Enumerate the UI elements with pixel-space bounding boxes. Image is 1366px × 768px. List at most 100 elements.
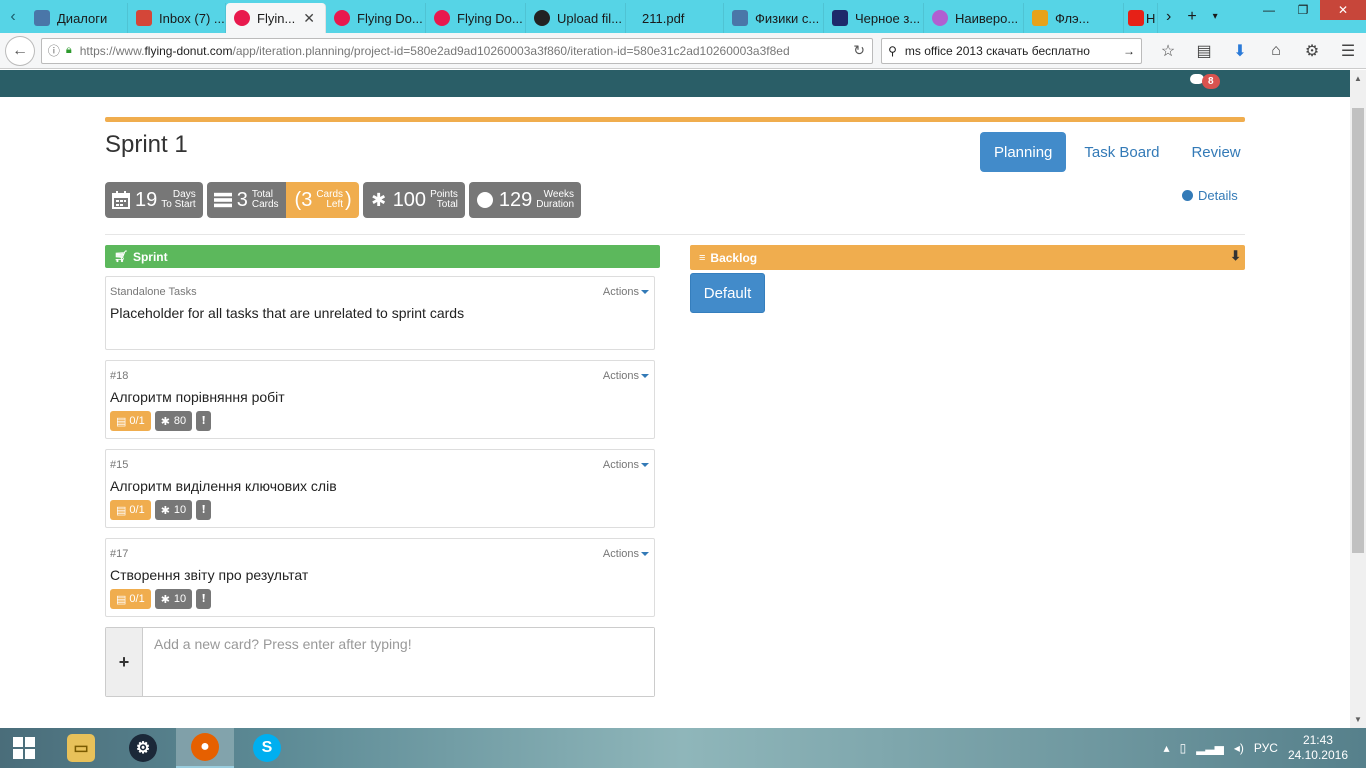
skype-icon[interactable]: S	[238, 728, 296, 768]
backlog-panel-title: Backlog	[710, 250, 758, 265]
browser-tab[interactable]: H	[1124, 3, 1158, 33]
firefox-icon[interactable]: ●	[176, 728, 234, 768]
browser-tab[interactable]: Флэ...	[1024, 3, 1124, 33]
browser-tab[interactable]: Физики с...	[724, 3, 824, 33]
github-icon	[534, 10, 550, 26]
view-tabs: Planning Task Board Review	[980, 132, 1259, 172]
browser-tab[interactable]: Flying Do...	[426, 3, 526, 33]
alert-badge[interactable]: ❗︎	[196, 500, 212, 520]
browser-tab[interactable]: Наиверо...	[924, 3, 1024, 33]
browser-tab[interactable]: Inbox (7) ...	[128, 3, 226, 33]
card-18[interactable]: #18 Actions Алгоритм порівняння робіт ▤ 0…	[105, 360, 655, 439]
card-standalone-tasks[interactable]: Standalone Tasks Actions Placeholder for…	[105, 276, 655, 350]
url-text[interactable]: https://www.flying-donut.com/app/iterati…	[80, 44, 846, 58]
scroll-down-arrow-icon[interactable]: ▼	[1350, 711, 1366, 728]
home-icon[interactable]: ⌂	[1258, 36, 1294, 66]
window-controls: — ❐ ✕	[1252, 0, 1366, 22]
browser-tab[interactable]: Flying Do...	[326, 3, 426, 33]
new-card-input[interactable]	[143, 628, 654, 696]
points-badge[interactable]: ✱ 10	[154, 500, 193, 520]
download-icon[interactable]: ⬇	[1222, 36, 1258, 66]
extension-icon[interactable]: ⚙	[1294, 36, 1330, 66]
card-17[interactable]: #17 Actions Створення звіту про результа…	[105, 538, 655, 617]
network-icon[interactable]: ▂▃▅	[1196, 741, 1224, 755]
tab-review[interactable]: Review	[1177, 132, 1254, 172]
default-backlog-button[interactable]: Default	[690, 273, 765, 313]
flying-donut-icon	[234, 10, 250, 26]
points-badge[interactable]: ✱ 10	[154, 589, 193, 609]
minimize-icon[interactable]: —	[1252, 0, 1286, 20]
site-icon	[932, 10, 948, 26]
vk-icon	[732, 10, 748, 26]
volume-icon[interactable]: ◂)	[1234, 741, 1244, 755]
card-actions-dropdown[interactable]: Actions	[603, 370, 649, 382]
tasks-badge[interactable]: ▤ 0/1	[110, 589, 151, 609]
tab-scroll-right-icon[interactable]: ›	[1158, 0, 1179, 33]
alert-badge[interactable]: ❗︎	[196, 589, 212, 609]
card-15[interactable]: #15 Actions Алгоритм виділення ключових …	[105, 449, 655, 528]
tab-planning[interactable]: Planning	[980, 132, 1067, 172]
cards-icon	[213, 191, 232, 209]
tab-list-icon[interactable]: ▾	[1205, 0, 1226, 33]
browser-tab[interactable]: Upload fil...	[526, 3, 626, 33]
window-close-icon[interactable]: ✕	[1320, 0, 1366, 20]
bookmark-star-icon[interactable]: ☆	[1150, 36, 1186, 66]
url-bar[interactable]: ⓘ 🔒︎ https://www.flying-donut.com/app/it…	[40, 37, 874, 64]
cards-left-label: Cards Left	[316, 190, 343, 210]
info-icon[interactable]: ⓘ	[48, 42, 60, 59]
clock[interactable]: 21:43 24.10.2016	[1288, 733, 1348, 763]
menu-icon[interactable]: ☰	[1330, 36, 1366, 66]
new-tab-icon[interactable]: +	[1179, 0, 1204, 33]
tab-label: Upload fil...	[557, 10, 623, 26]
tab-task-board[interactable]: Task Board	[1070, 132, 1173, 172]
browser-tab-active[interactable]: Flyin... ✕	[226, 3, 326, 33]
windows-start-icon[interactable]	[0, 728, 48, 768]
card-id: #17	[110, 548, 129, 560]
card-actions-dropdown[interactable]: Actions	[603, 459, 649, 471]
details-label: Details	[1198, 188, 1238, 203]
flying-donut-icon	[434, 10, 450, 26]
file-explorer-icon[interactable]: ▭	[52, 728, 110, 768]
maximize-icon[interactable]: ❐	[1286, 0, 1320, 20]
tray-overflow-icon[interactable]: ▴	[1164, 741, 1170, 755]
browser-tab[interactable]: 211.pdf	[626, 3, 724, 33]
details-link[interactable]: Details	[1182, 188, 1238, 203]
notification-badge: 8	[1202, 74, 1220, 89]
language-indicator[interactable]: РУС	[1254, 741, 1278, 755]
sprint-panel-header: 🛒︎ Sprint	[105, 245, 660, 268]
reading-list-icon[interactable]: ▤	[1186, 36, 1222, 66]
download-icon[interactable]: ⬇	[1230, 248, 1241, 264]
add-card-plus-icon[interactable]: +	[106, 628, 143, 696]
tab-label: Flyin...	[257, 10, 296, 26]
browser-tab[interactable]: Диалоги	[26, 3, 128, 33]
reload-icon[interactable]: ↻	[846, 42, 872, 59]
navigation-toolbar: ← ⓘ 🔒︎ https://www.flying-donut.com/app/…	[0, 33, 1366, 69]
tab-scroll-left-icon[interactable]: ‹	[0, 0, 26, 33]
actions-label: Actions	[602, 286, 639, 298]
tab-label: Flying Do...	[357, 10, 423, 26]
back-arrow-icon[interactable]: ←	[5, 35, 35, 66]
card-actions-dropdown[interactable]: Actions	[603, 548, 649, 560]
search-bar[interactable]: ⚲ ms office 2013 скачать бесплатно →	[881, 37, 1142, 64]
search-go-icon[interactable]: →	[1123, 44, 1135, 58]
youtube-icon	[1128, 10, 1144, 26]
notifications[interactable]: 8	[1190, 74, 1226, 92]
scroll-up-arrow-icon[interactable]: ▲	[1350, 70, 1366, 87]
scroll-thumb[interactable]	[1352, 108, 1364, 553]
asterisk-icon: ✱	[371, 189, 387, 210]
tab-label: H	[1146, 10, 1156, 26]
search-value[interactable]: ms office 2013 скачать бесплатно	[905, 44, 1123, 58]
card-actions-dropdown[interactable]: Actions	[603, 286, 649, 298]
close-tab-icon[interactable]: ✕	[303, 10, 315, 27]
actions-label: Actions	[602, 459, 639, 471]
page-scrollbar[interactable]: ▲ ▼	[1350, 70, 1366, 728]
tasks-badge[interactable]: ▤ 0/1	[110, 500, 151, 520]
alert-badge[interactable]: ❗︎	[196, 411, 212, 431]
points-badge[interactable]: ✱ 80	[154, 411, 193, 431]
tasks-badge[interactable]: ▤ 0/1	[110, 411, 151, 431]
cart-icon: 🛒︎	[114, 251, 128, 263]
cards-left-label-bottom: Left	[326, 199, 344, 210]
browser-tab[interactable]: Черное з...	[824, 3, 924, 33]
battery-icon[interactable]: ▯	[1180, 741, 1187, 755]
steam-icon[interactable]: ⚙	[114, 728, 172, 768]
